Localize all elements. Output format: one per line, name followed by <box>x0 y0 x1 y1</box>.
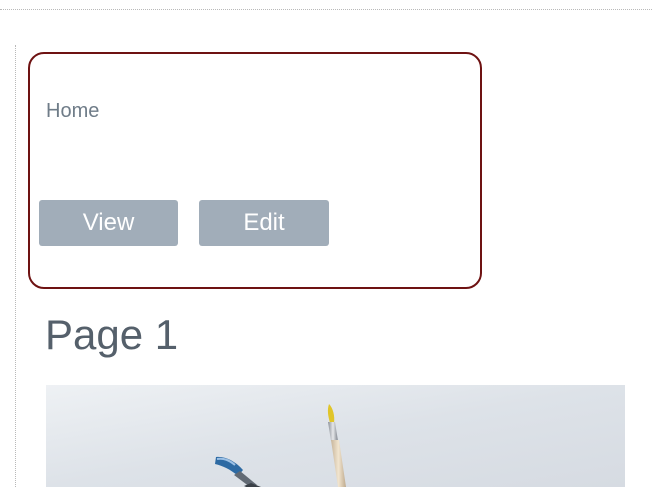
top-divider <box>0 9 652 10</box>
view-button[interactable]: View <box>39 200 178 246</box>
left-divider <box>15 45 16 487</box>
edit-button[interactable]: Edit <box>199 200 329 246</box>
page-canvas: Home View Edit Page 1 <box>0 0 652 487</box>
hero-image <box>46 385 625 487</box>
menu-title: Home <box>46 100 100 122</box>
page-menu-panel: Home View Edit <box>28 52 482 289</box>
page-title: Page 1 <box>45 311 179 358</box>
